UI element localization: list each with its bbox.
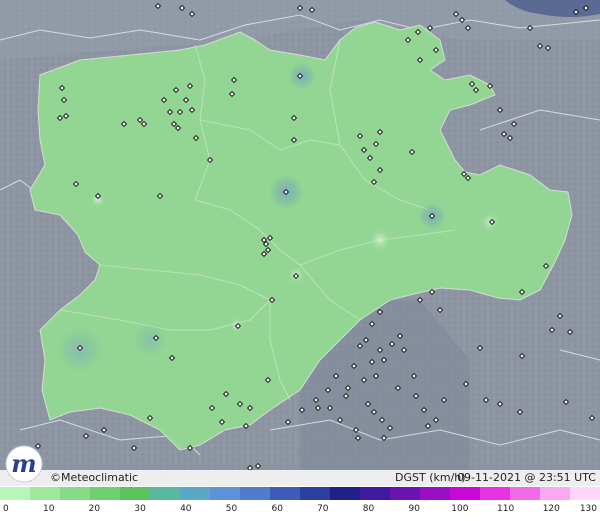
legend-tick-label: 60	[271, 504, 283, 514]
legend-swatch	[90, 487, 121, 500]
legend-tick-label: 70	[317, 504, 329, 514]
legend-tick-label: 10	[43, 504, 55, 514]
legend-swatch	[120, 487, 151, 500]
legend-swatch	[270, 487, 301, 500]
logo-mark: m	[11, 449, 36, 478]
legend-swatch	[180, 487, 211, 500]
legend-tick-label: 40	[180, 504, 192, 514]
legend-tick-label: 110	[497, 504, 514, 514]
legend-swatch	[540, 487, 571, 500]
legend-tick-label: 80	[363, 504, 375, 514]
wind-gust-map: m ©Meteoclimatic DGST (km/h) 09-11-2021 …	[0, 0, 600, 521]
legend-tick-label: 50	[226, 504, 238, 514]
legend-swatch	[210, 487, 241, 500]
legend-swatch	[450, 487, 481, 500]
legend-swatch	[0, 487, 31, 500]
legend-tick-label: 100	[451, 504, 468, 514]
map-canvas: m ©Meteoclimatic DGST (km/h) 09-11-2021 …	[0, 0, 600, 521]
timestamp: 09-11-2021 @ 23:51 UTC	[457, 471, 596, 484]
legend-swatch	[300, 487, 331, 500]
legend-tick-label: 30	[134, 504, 146, 514]
legend-swatch	[60, 487, 91, 500]
legend-swatch	[390, 487, 421, 500]
legend-tick-label: 0	[3, 504, 9, 514]
legend-swatch	[510, 487, 541, 500]
legend-swatch	[360, 487, 391, 500]
brand-name: ©Meteoclimatic	[50, 471, 138, 484]
legend-swatch	[30, 487, 61, 500]
legend-color-bar	[0, 487, 600, 500]
legend-tick-label: 20	[89, 504, 101, 514]
meteoclimatic-logo: m	[5, 445, 43, 483]
legend-swatch	[240, 487, 271, 500]
legend-swatch	[570, 487, 600, 500]
legend-swatch	[480, 487, 511, 500]
legend-swatch	[150, 487, 181, 500]
legend-swatch	[330, 487, 361, 500]
legend-tick-label: 130	[580, 504, 597, 514]
legend-tick-label: 120	[543, 504, 560, 514]
legend-swatch	[420, 487, 451, 500]
variable-label: DGST (km/h)	[395, 471, 466, 484]
legend-tick-label: 90	[408, 504, 420, 514]
